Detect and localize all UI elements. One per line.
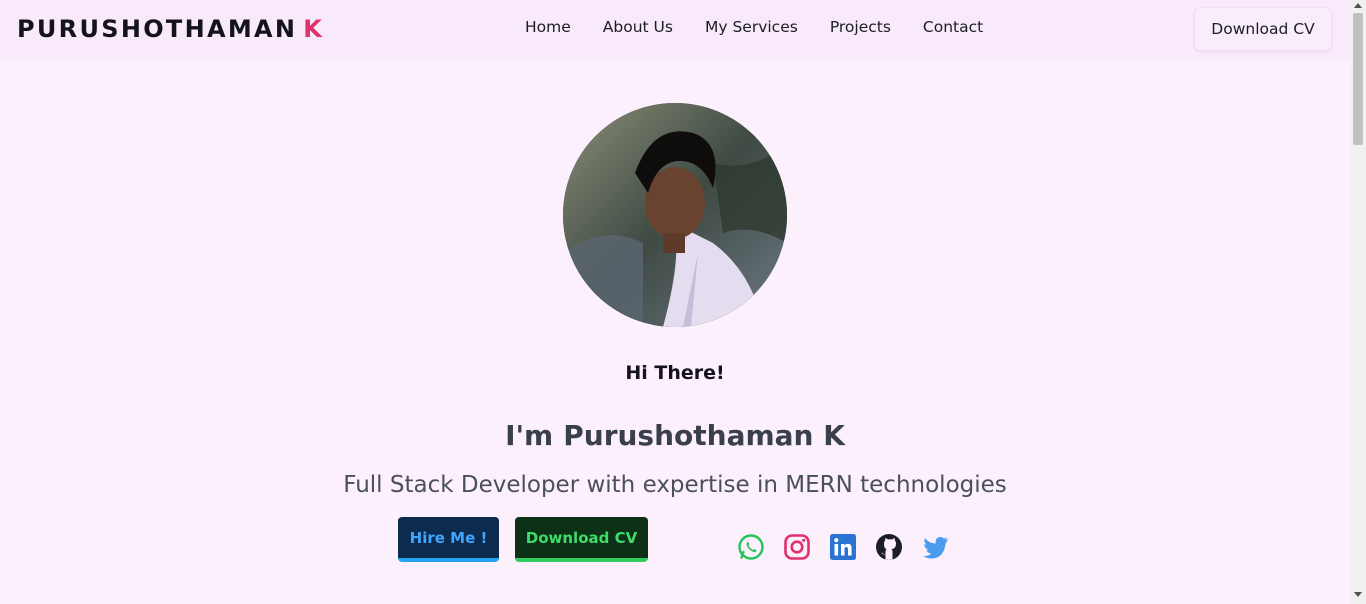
navbar: PURUSHOTHAMAN K Home About Us My Services… <box>0 0 1350 60</box>
page-scrollbar[interactable] <box>1350 0 1366 604</box>
headline-im: I'm <box>505 419 554 452</box>
whatsapp-icon[interactable] <box>737 533 765 561</box>
brand-initial: K <box>303 15 325 43</box>
nav-contact[interactable]: Contact <box>907 18 999 36</box>
github-icon[interactable] <box>875 533 903 561</box>
instagram-icon[interactable] <box>783 533 811 561</box>
nav-home[interactable]: Home <box>509 18 587 36</box>
profile-photo-illustration <box>563 103 787 327</box>
brand-name: PURUSHOTHAMAN <box>17 15 298 43</box>
scroll-thumb[interactable] <box>1353 13 1363 145</box>
twitter-icon[interactable] <box>921 533 949 561</box>
nav-my-services[interactable]: My Services <box>689 18 814 36</box>
brand-logo[interactable]: PURUSHOTHAMAN K <box>17 15 324 43</box>
social-links <box>737 533 949 561</box>
nav-projects[interactable]: Projects <box>814 18 907 36</box>
linkedin-icon[interactable] <box>829 533 857 561</box>
scroll-up-arrow-icon[interactable] <box>1354 3 1362 8</box>
scroll-down-arrow-icon[interactable] <box>1354 592 1362 597</box>
headline-name: Purushothaman K <box>563 419 845 452</box>
hero-tagline: Full Stack Developer with expertise in M… <box>343 472 1007 498</box>
hire-me-button[interactable]: Hire Me ! <box>398 517 499 562</box>
hero-headline: I'm Purushothaman K <box>0 419 1350 452</box>
profile-photo <box>563 103 787 327</box>
nav-download-cv-button[interactable]: Download CV <box>1194 7 1332 51</box>
download-cv-button[interactable]: Download CV <box>515 517 648 562</box>
nav-links: Home About Us My Services Projects Conta… <box>509 18 999 36</box>
greeting: Hi There! <box>625 362 725 384</box>
nav-about-us[interactable]: About Us <box>587 18 689 36</box>
